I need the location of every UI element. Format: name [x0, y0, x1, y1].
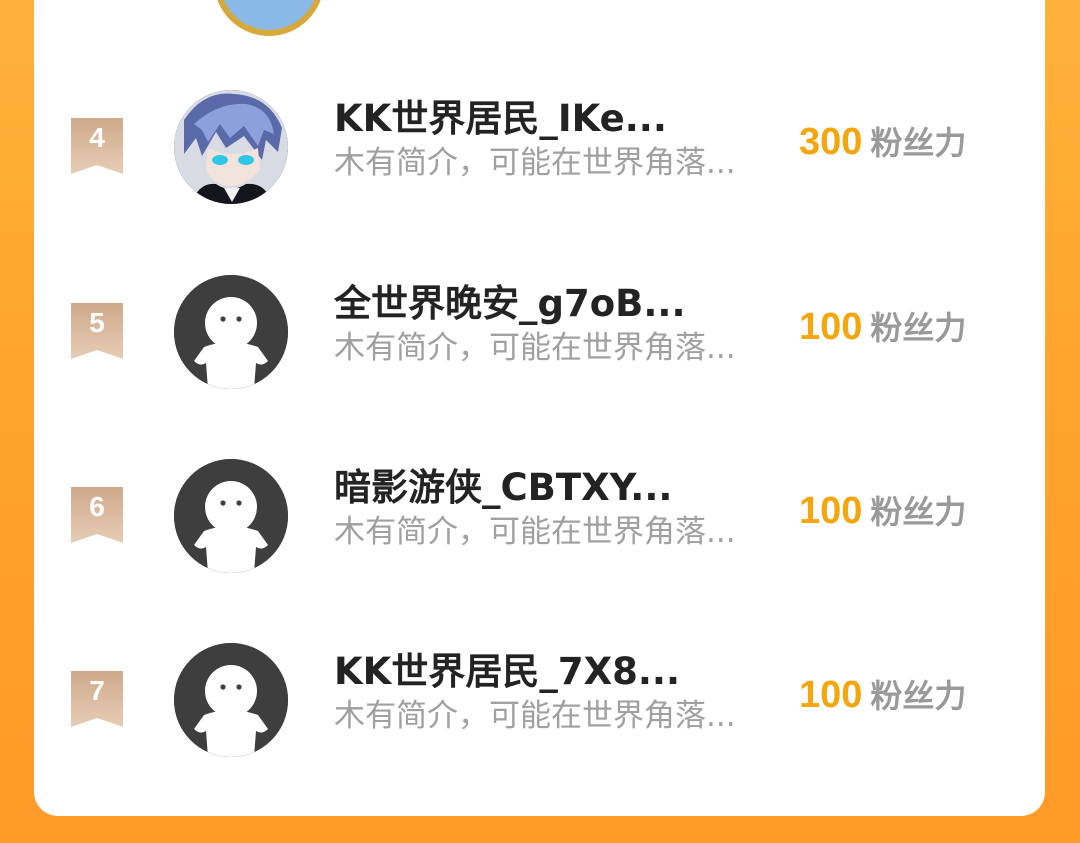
user-bio: 木有简介，可能在世界角落...	[334, 514, 736, 550]
user-bio: 木有简介，可能在世界角落...	[334, 330, 736, 366]
rank-number: 5	[89, 307, 105, 338]
user-avatar[interactable]	[174, 643, 288, 757]
leaderboard-row[interactable]: 7 KK世界居民_7X8... 木有简介，可能在世界角落... 100 粉丝力	[34, 621, 1045, 771]
fans-power: 300 粉丝力	[799, 118, 1019, 167]
rank-badge: 5	[71, 303, 123, 359]
user-info: 全世界晚安_g7oB... 木有简介，可能在世界角落...	[334, 283, 784, 367]
rank-number: 6	[89, 491, 105, 522]
user-info: 暗影游侠_CBTXY... 木有简介，可能在世界角落...	[334, 467, 784, 551]
fans-power: 100 粉丝力	[799, 303, 1019, 352]
fans-power-value: 100	[799, 306, 863, 348]
user-name[interactable]: 暗影游侠_CBTXY...	[334, 467, 784, 509]
user-info: KK世界居民_IKe... 木有简介，可能在世界角落...	[334, 98, 784, 182]
rank-number: 7	[89, 675, 105, 706]
fans-power: 100 粉丝力	[799, 671, 1019, 720]
default-user-icon	[174, 643, 288, 757]
user-bio: 木有简介，可能在世界角落...	[334, 698, 736, 734]
user-info: KK世界居民_7X8... 木有简介，可能在世界角落...	[334, 651, 784, 735]
rank-badge: 7	[71, 671, 123, 727]
rank-number: 4	[89, 122, 105, 153]
leaderboard-row[interactable]: 5 全世界晚安_g7oB... 木有简介，可能在世界角落... 100 粉丝力	[34, 253, 1045, 403]
avatar-partial[interactable]	[214, 0, 324, 36]
user-avatar[interactable]	[174, 90, 288, 204]
user-avatar[interactable]	[174, 275, 288, 389]
rank-badge: 6	[71, 487, 123, 543]
fans-power-value: 300	[799, 121, 863, 163]
user-name[interactable]: KK世界居民_7X8...	[334, 651, 784, 693]
default-user-icon	[174, 275, 288, 389]
fans-power-value: 100	[799, 490, 863, 532]
fans-power-label: 粉丝力	[870, 309, 967, 347]
fans-power-value: 100	[799, 674, 863, 716]
fans-power-label: 粉丝力	[870, 493, 967, 531]
user-name[interactable]: 全世界晚安_g7oB...	[334, 283, 784, 325]
anime-avatar-icon	[174, 90, 288, 204]
rank-badge: 4	[71, 118, 123, 174]
fans-power: 100 粉丝力	[799, 487, 1019, 536]
leaderboard-row[interactable]: 4 KK世界居民_IKe... 木有简介，可能在世界角落... 300 粉丝力	[34, 68, 1045, 218]
leaderboard-card: 4 KK世界居民_IKe... 木有简介，可能在世界角落... 300粉丝力	[34, 0, 1045, 816]
fans-power-label: 粉丝力	[870, 677, 967, 715]
user-bio: 木有简介，可能在世界角落...	[334, 145, 736, 181]
user-name[interactable]: KK世界居民_IKe...	[334, 98, 784, 140]
default-user-icon	[174, 459, 288, 573]
fans-power-label: 粉丝力	[870, 124, 967, 162]
user-avatar[interactable]	[174, 459, 288, 573]
leaderboard-row[interactable]: 6 暗影游侠_CBTXY... 木有简介，可能在世界角落... 100 粉丝力	[34, 437, 1045, 587]
